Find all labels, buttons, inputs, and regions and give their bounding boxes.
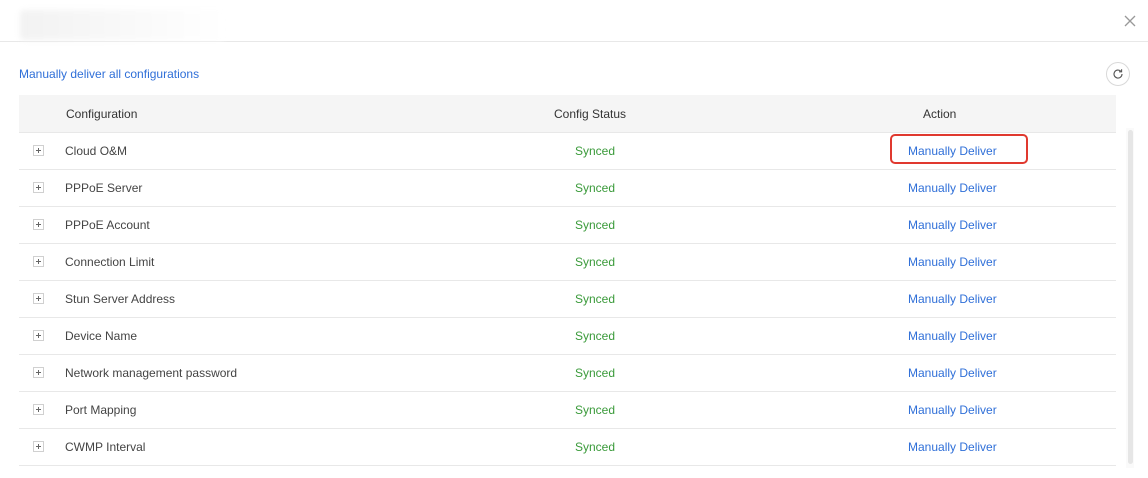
manually-deliver-link[interactable]: Manually Deliver — [908, 329, 997, 343]
config-name: Port Mapping — [65, 403, 137, 417]
expand-row-icon[interactable] — [33, 330, 44, 341]
config-status: Synced — [575, 366, 616, 380]
config-name: Connection Limit — [65, 255, 155, 269]
table-row: PPPoE Account Synced Manually Deliver — [19, 207, 1116, 244]
config-status: Synced — [575, 403, 616, 417]
config-status: Synced — [575, 181, 616, 195]
table-row: CWMP Interval Synced Manually Deliver — [19, 429, 1116, 466]
config-status: Synced — [575, 292, 616, 306]
table-row: Device Name Synced Manually Deliver — [19, 318, 1116, 355]
table-header: Configuration Config Status Action — [19, 95, 1116, 133]
deliver-all-link[interactable]: Manually deliver all configurations — [19, 67, 199, 81]
table-row: Stun Server Address Synced Manually Delive… — [19, 281, 1116, 318]
highlight-annotation — [890, 134, 1028, 164]
table-row: Cloud O&M Synced Manually Deliver — [19, 133, 1116, 170]
expand-row-icon[interactable] — [33, 256, 44, 267]
expand-row-icon[interactable] — [33, 367, 44, 378]
expand-row-icon[interactable] — [33, 145, 44, 156]
manually-deliver-link[interactable]: Manually Deliver — [908, 440, 997, 454]
manually-deliver-link[interactable]: Manually Deliver — [908, 255, 997, 269]
table-row: Network management password Synced Manuall… — [19, 355, 1116, 392]
table-body: Cloud O&M Synced Manually Deliver PPPoE Ser… — [19, 133, 1116, 466]
table-row: Port Mapping Synced Manually Deliver — [19, 392, 1116, 429]
refresh-button[interactable] — [1106, 62, 1130, 86]
refresh-icon — [1113, 69, 1123, 79]
config-name: Network management password — [65, 366, 238, 380]
column-header-action: Action — [923, 107, 957, 121]
manually-deliver-link[interactable]: Manually Deliver — [908, 366, 997, 380]
config-name: Device Name — [65, 329, 138, 343]
column-header-config-status: Config Status — [554, 107, 627, 121]
table-row: PPPoE Server Synced Manually Deliver — [19, 170, 1116, 207]
redacted-title — [20, 10, 225, 40]
config-name: CWMP Interval — [65, 440, 146, 454]
config-status: Synced — [575, 255, 616, 269]
expand-row-icon[interactable] — [33, 293, 44, 304]
config-status: Synced — [575, 144, 616, 158]
expand-row-icon[interactable] — [33, 404, 44, 415]
config-table: Configuration Config Status Action Cloud… — [19, 95, 1116, 466]
close-icon[interactable] — [1120, 11, 1140, 31]
config-status: Synced — [575, 440, 616, 454]
expand-row-icon[interactable] — [33, 441, 44, 452]
manually-deliver-link[interactable]: Manually Deliver — [908, 218, 997, 232]
expand-row-icon[interactable] — [33, 219, 44, 230]
config-status: Synced — [575, 218, 616, 232]
config-name: PPPoE Server — [65, 181, 143, 195]
manually-deliver-link[interactable]: Manually Deliver — [908, 181, 997, 195]
config-name: Cloud O&M — [65, 144, 128, 158]
config-name: PPPoE Account — [65, 218, 150, 232]
close-icon-glyph — [1124, 15, 1136, 27]
column-header-configuration: Configuration — [66, 107, 138, 121]
config-status: Synced — [575, 329, 616, 343]
table-row: Connection Limit Synced Manually Deliver — [19, 244, 1116, 281]
manually-deliver-link[interactable]: Manually Deliver — [908, 292, 997, 306]
expand-row-icon[interactable] — [33, 182, 44, 193]
scrollbar-thumb[interactable] — [1128, 130, 1133, 464]
dialog-header — [0, 0, 1148, 42]
manually-deliver-link[interactable]: Manually Deliver — [908, 403, 997, 417]
config-name: Stun Server Address — [65, 292, 176, 306]
